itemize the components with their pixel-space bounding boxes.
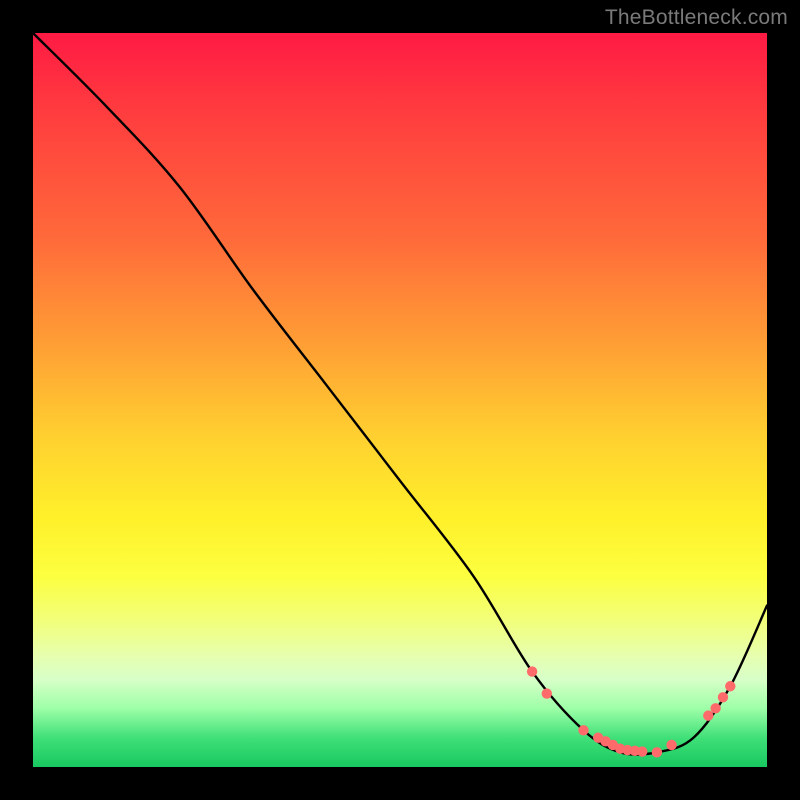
marker-dot (637, 746, 647, 756)
chart-svg (33, 33, 767, 767)
chart-frame: TheBottleneck.com (0, 0, 800, 800)
marker-dot (542, 688, 552, 698)
curve-path (33, 33, 767, 755)
watermark-text: TheBottleneck.com (605, 6, 788, 30)
marker-dots (527, 666, 736, 757)
marker-dot (666, 740, 676, 750)
marker-dot (578, 725, 588, 735)
marker-dot (703, 710, 713, 720)
plot-area (33, 33, 767, 767)
marker-dot (710, 703, 720, 713)
marker-dot (725, 681, 735, 691)
marker-dot (652, 747, 662, 757)
marker-dot (718, 692, 728, 702)
marker-dot (527, 666, 537, 676)
